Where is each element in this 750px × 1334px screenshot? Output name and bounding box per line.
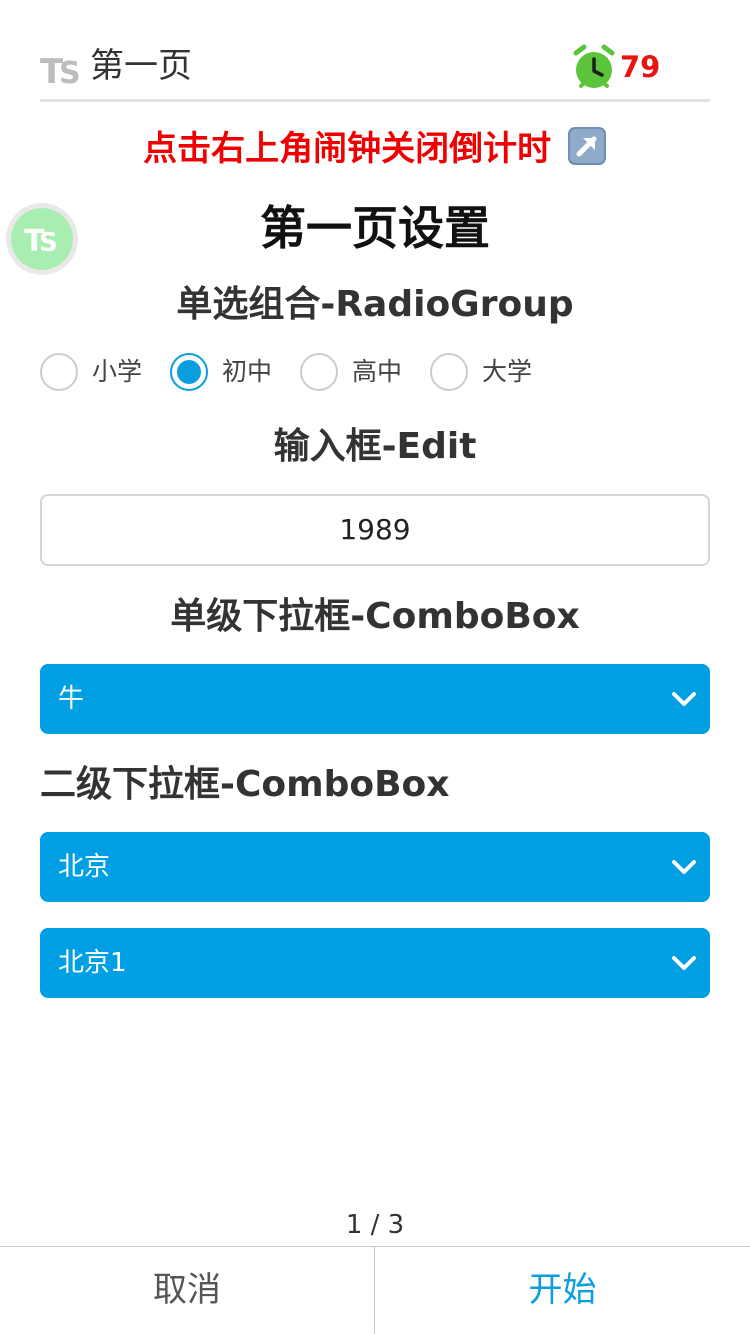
countdown-hint: 点击右上角闹钟关闭倒计时 — [0, 124, 750, 174]
cancel-button[interactable]: 取消 — [0, 1247, 375, 1334]
edit-title: 输入框-Edit — [273, 426, 477, 467]
combo-single-value: 牛 — [58, 684, 85, 714]
chevron-down-icon — [672, 956, 696, 970]
countdown-hint-text: 点击右上角闹钟关闭倒计时 — [143, 129, 552, 169]
radio-label: 初中 — [222, 357, 273, 386]
page: T S 第一页 79 点击右上角闹钟关闭倒计时 T S 第一页设置 单选组合-R… — [0, 0, 750, 1334]
combo-single-title: 单级下拉框-ComboBox — [170, 596, 580, 637]
combo-level2-value: 北京1 — [58, 948, 127, 978]
radio-label: 小学 — [92, 357, 143, 386]
combo-two-level-title: 二级下拉框-ComboBox — [40, 764, 450, 805]
start-button[interactable]: 开始 — [375, 1247, 750, 1334]
arrow-up-right-icon — [567, 127, 606, 165]
svg-text:S: S — [59, 56, 81, 88]
edit-input[interactable]: 1989 — [40, 494, 710, 566]
radio-group: 小学 初中 高中 大学 — [40, 352, 710, 394]
combo-level1-value: 北京 — [58, 852, 111, 882]
radio-button[interactable] — [40, 353, 78, 391]
header-bar: T S 第一页 79 — [40, 30, 710, 102]
countdown-value: 79 — [620, 50, 661, 84]
combo-level1-select[interactable]: 北京 — [40, 832, 710, 902]
combo-single-select[interactable]: 牛 — [40, 664, 710, 734]
radio-button[interactable] — [300, 353, 338, 391]
alarm-clock-icon — [573, 44, 615, 88]
page-title: 第一页 — [90, 46, 192, 86]
chevron-down-icon — [672, 692, 696, 706]
ts-logo-icon: T S — [40, 52, 81, 88]
chevron-down-icon — [672, 860, 696, 874]
radio-button[interactable] — [430, 353, 468, 391]
radio-button-selected[interactable] — [170, 353, 208, 391]
footer-bar: 取消 开始 — [0, 1246, 750, 1334]
settings-heading: 第一页设置 — [260, 201, 490, 255]
countdown-alarm-button[interactable]: 79 — [572, 44, 682, 90]
radio-label: 大学 — [482, 357, 533, 386]
page-indicator: 1 / 3 — [345, 1210, 405, 1240]
combo-level2-select[interactable]: 北京1 — [40, 928, 710, 998]
radio-group-title: 单选组合-RadioGroup — [176, 284, 574, 325]
radio-label: 高中 — [352, 357, 403, 386]
